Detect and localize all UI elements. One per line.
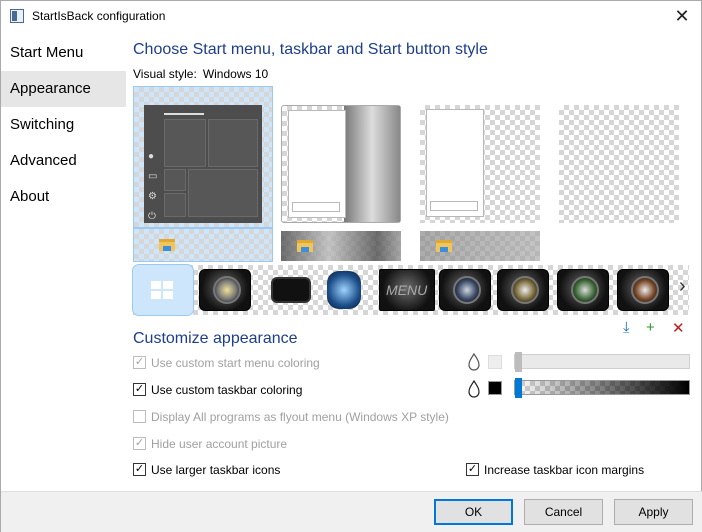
win10-menu-preview: ● ▭ ⚙ ⏻: [144, 105, 262, 223]
download-icon[interactable]: ⤓: [623, 319, 630, 336]
sidebar-item-about[interactable]: About: [1, 179, 126, 215]
checkbox[interactable]: ✓: [133, 463, 146, 476]
slider-handle[interactable]: [515, 378, 522, 398]
transparency-drop-icon: [468, 380, 480, 398]
checkbox[interactable]: [133, 410, 146, 423]
visual-style-row: Visual style: Windows 10: [133, 67, 268, 81]
orb-style-9[interactable]: [617, 269, 669, 311]
sidebar-item-advanced[interactable]: Advanced: [1, 143, 126, 179]
checkbox[interactable]: ✓: [466, 463, 479, 476]
orb-style-8[interactable]: [557, 269, 609, 311]
sidebar-item-start-menu[interactable]: Start Menu: [1, 35, 126, 71]
apply-button[interactable]: Apply: [614, 499, 693, 525]
sidebar: Start Menu Appearance Switching Advanced…: [1, 33, 126, 491]
orb-style-4[interactable]: [327, 271, 361, 309]
orb-style-3[interactable]: [271, 277, 311, 303]
sidebar-item-appearance[interactable]: Appearance: [1, 71, 126, 107]
checkbox[interactable]: ✓: [133, 356, 146, 369]
orb-style-menu[interactable]: MENU: [379, 269, 435, 311]
taskbar-transparency-slider[interactable]: [514, 378, 690, 398]
x-icon[interactable]: ✕: [672, 319, 685, 337]
windows-logo-icon: [151, 281, 173, 299]
taskbar-style-1[interactable]: [133, 228, 273, 262]
close-icon[interactable]: ✕: [671, 5, 693, 27]
ok-button[interactable]: OK: [434, 499, 513, 525]
plus-icon[interactable]: +: [646, 319, 655, 336]
slider-handle[interactable]: [515, 352, 522, 372]
taskbar-color-swatch[interactable]: [488, 381, 502, 395]
style-section-title: Choose Start menu, taskbar and Start but…: [133, 41, 488, 58]
folder-icon: [159, 239, 175, 251]
orb-style-7[interactable]: [497, 269, 549, 311]
visual-style-value[interactable]: Windows 10: [203, 67, 268, 81]
checkbox[interactable]: ✓: [133, 437, 146, 450]
dialog-footer: OK Cancel Apply: [1, 491, 702, 532]
menu-style-transparent[interactable]: [559, 105, 679, 223]
start-menu-color-swatch[interactable]: [488, 355, 502, 369]
checkbox[interactable]: ✓: [133, 383, 146, 396]
cancel-button[interactable]: Cancel: [524, 499, 603, 525]
menu-style-windows10[interactable]: ● ▭ ⚙ ⏻: [133, 86, 273, 228]
start-button-style-row: MENU ›: [132, 264, 689, 316]
folder-icon: [297, 240, 313, 252]
menu-style-plain[interactable]: [420, 105, 540, 223]
folder-icon: [436, 240, 452, 252]
start-menu-transparency-slider[interactable]: [514, 352, 690, 372]
taskbar-style-2[interactable]: [281, 231, 401, 261]
transparency-drop-icon: [468, 353, 480, 371]
orb-style-6[interactable]: [439, 269, 491, 311]
taskbar-style-3[interactable]: [420, 231, 540, 261]
customize-section-title: Customize appearance: [133, 330, 298, 347]
sidebar-item-switching[interactable]: Switching: [1, 107, 126, 143]
app-icon: [10, 9, 24, 23]
orb-style-2[interactable]: [199, 269, 251, 311]
config-window: StartIsBack configuration ✕ Start Menu A…: [0, 0, 702, 532]
appearance-panel: Choose Start menu, taskbar and Start but…: [126, 33, 702, 491]
window-title: StartIsBack configuration: [32, 9, 166, 23]
title-bar: StartIsBack configuration ✕: [1, 1, 701, 32]
visual-style-label: Visual style:: [133, 67, 197, 81]
chevron-right-icon[interactable]: ›: [679, 275, 686, 298]
orb-windows-logo[interactable]: [132, 264, 194, 316]
menu-style-windows7[interactable]: [281, 105, 401, 223]
